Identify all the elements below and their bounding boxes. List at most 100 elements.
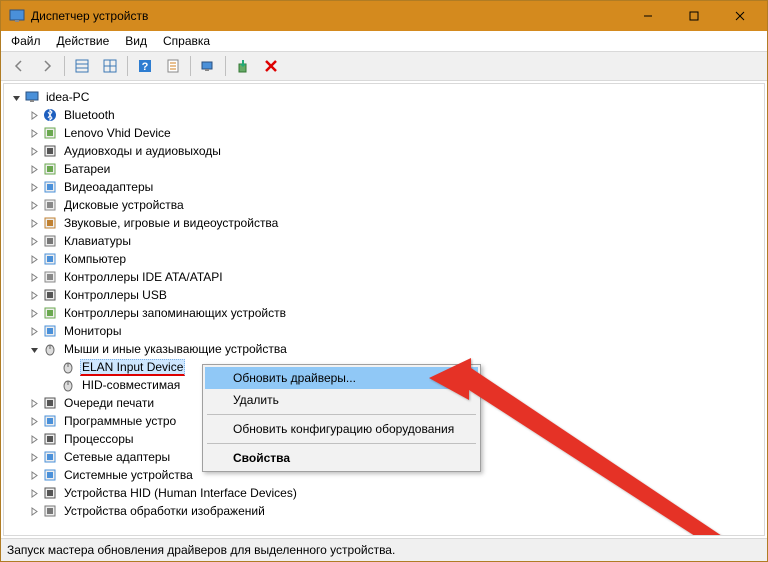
window-title: Диспетчер устройств <box>31 9 625 23</box>
expander-icon[interactable] <box>28 271 40 283</box>
bluetooth-icon <box>42 107 58 123</box>
node-label: Мониторы <box>62 324 123 338</box>
tree-content[interactable]: idea-PC BluetoothLenovo Vhid Device Аудиов… <box>3 83 765 536</box>
mouse-icon <box>60 377 76 393</box>
system-icon <box>42 467 58 483</box>
expander-icon[interactable] <box>28 469 40 481</box>
expander-icon[interactable] <box>28 343 40 355</box>
uninstall-button[interactable] <box>258 53 284 79</box>
expander-icon[interactable] <box>28 127 40 139</box>
expander-icon[interactable] <box>28 397 40 409</box>
node-label: Мыши и иные указывающие устройства <box>62 342 289 356</box>
menu-view[interactable]: Вид <box>117 32 155 50</box>
node-label: Батареи <box>62 162 112 176</box>
display-icon <box>42 179 58 195</box>
tree-category[interactable]: Bluetooth <box>28 106 762 124</box>
node-label: Компьютер <box>62 252 128 266</box>
svg-text:?: ? <box>142 61 149 73</box>
tree-category[interactable]: Мониторы <box>28 322 762 340</box>
expander-icon[interactable] <box>28 163 40 175</box>
tree-category[interactable]: Контроллеры IDE ATA/ATAPI <box>28 268 762 286</box>
scan-hardware-button[interactable] <box>195 53 221 79</box>
tree-category[interactable]: Устройства обработки изображений <box>28 502 762 520</box>
menu-action[interactable]: Действие <box>49 32 118 50</box>
context-menu-item[interactable]: Обновить конфигурацию оборудования <box>205 418 478 440</box>
node-label: idea-PC <box>44 90 91 104</box>
tree-category[interactable]: Контроллеры запоминающих устройств <box>28 304 762 322</box>
context-menu-item[interactable]: Обновить драйверы... <box>205 367 478 389</box>
menu-separator <box>207 443 476 444</box>
disk-icon <box>42 197 58 213</box>
minimize-button[interactable] <box>625 1 671 31</box>
expander-icon[interactable] <box>28 505 40 517</box>
computer-icon <box>42 251 58 267</box>
menu-help[interactable]: Справка <box>155 32 218 50</box>
mouse-icon <box>60 359 76 375</box>
update-driver-button[interactable] <box>230 53 256 79</box>
expander-icon[interactable] <box>28 415 40 427</box>
toolbar-separator <box>127 56 128 76</box>
expander-icon[interactable] <box>28 199 40 211</box>
expander-icon[interactable] <box>28 325 40 337</box>
titlebar: Диспетчер устройств <box>1 1 767 31</box>
tree-category[interactable]: Звуковые, игровые и видеоустройства <box>28 214 762 232</box>
tree-root[interactable]: idea-PC <box>10 88 762 106</box>
tree-category[interactable]: Контроллеры USB <box>28 286 762 304</box>
expander-icon[interactable] <box>28 253 40 265</box>
tree-category[interactable]: Аудиовходы и аудиовыходы <box>28 142 762 160</box>
tree-category[interactable]: Видеоадаптеры <box>28 178 762 196</box>
ide-icon <box>42 269 58 285</box>
node-label: Клавиатуры <box>62 234 133 248</box>
context-menu: Обновить драйверы...Удалить Обновить конф… <box>202 364 481 472</box>
expander-icon[interactable] <box>28 235 40 247</box>
expander-icon[interactable] <box>28 487 40 499</box>
expander-icon[interactable] <box>28 289 40 301</box>
tree-category[interactable]: Мыши и иные указывающие устройства <box>28 340 762 358</box>
monitor-icon <box>42 323 58 339</box>
expander-icon[interactable] <box>28 181 40 193</box>
tree-category[interactable]: Клавиатуры <box>28 232 762 250</box>
toolbar-separator <box>190 56 191 76</box>
toolbar: ? <box>1 52 767 81</box>
expander-icon[interactable] <box>10 91 22 103</box>
properties-button[interactable] <box>160 53 186 79</box>
tree-category[interactable]: Батареи <box>28 160 762 178</box>
maximize-button[interactable] <box>671 1 717 31</box>
forward-button <box>34 53 60 79</box>
context-menu-item[interactable]: Удалить <box>205 389 478 411</box>
node-label: HID-совместимая <box>80 378 182 392</box>
node-label: Аудиовходы и аудиовыходы <box>62 144 223 158</box>
node-label: Видеоадаптеры <box>62 180 155 194</box>
tree-category[interactable]: Дисковые устройства <box>28 196 762 214</box>
node-label: Дисковые устройства <box>62 198 186 212</box>
toolbar-separator <box>64 56 65 76</box>
hid-icon <box>42 485 58 501</box>
view-details-button[interactable] <box>97 53 123 79</box>
menu-file[interactable]: Файл <box>3 32 49 50</box>
expander-icon[interactable] <box>28 145 40 157</box>
expander-icon[interactable] <box>28 217 40 229</box>
expander-icon[interactable] <box>28 109 40 121</box>
node-label: Программные устро <box>62 414 178 428</box>
help-button[interactable]: ? <box>132 53 158 79</box>
view-list-button[interactable] <box>69 53 95 79</box>
expander-icon[interactable] <box>28 433 40 445</box>
node-label: Устройства HID (Human Interface Devices) <box>62 486 299 500</box>
node-label: Контроллеры запоминающих устройств <box>62 306 288 320</box>
imaging-icon <box>42 503 58 519</box>
statusbar: Запуск мастера обновления драйверов для … <box>1 538 767 561</box>
node-label: Системные устройства <box>62 468 195 482</box>
context-menu-item[interactable]: Свойства <box>205 447 478 469</box>
software-icon <box>42 413 58 429</box>
tree-category[interactable]: Компьютер <box>28 250 762 268</box>
battery-icon <box>42 161 58 177</box>
expander-icon[interactable] <box>28 307 40 319</box>
expander-icon[interactable] <box>28 451 40 463</box>
tree-category[interactable]: Устройства HID (Human Interface Devices) <box>28 484 762 502</box>
close-button[interactable] <box>717 1 763 31</box>
audio-icon <box>42 143 58 159</box>
tree-category[interactable]: Lenovo Vhid Device <box>28 124 762 142</box>
menubar: Файл Действие Вид Справка <box>1 31 767 52</box>
status-text: Запуск мастера обновления драйверов для … <box>7 543 395 557</box>
printer-icon <box>42 395 58 411</box>
